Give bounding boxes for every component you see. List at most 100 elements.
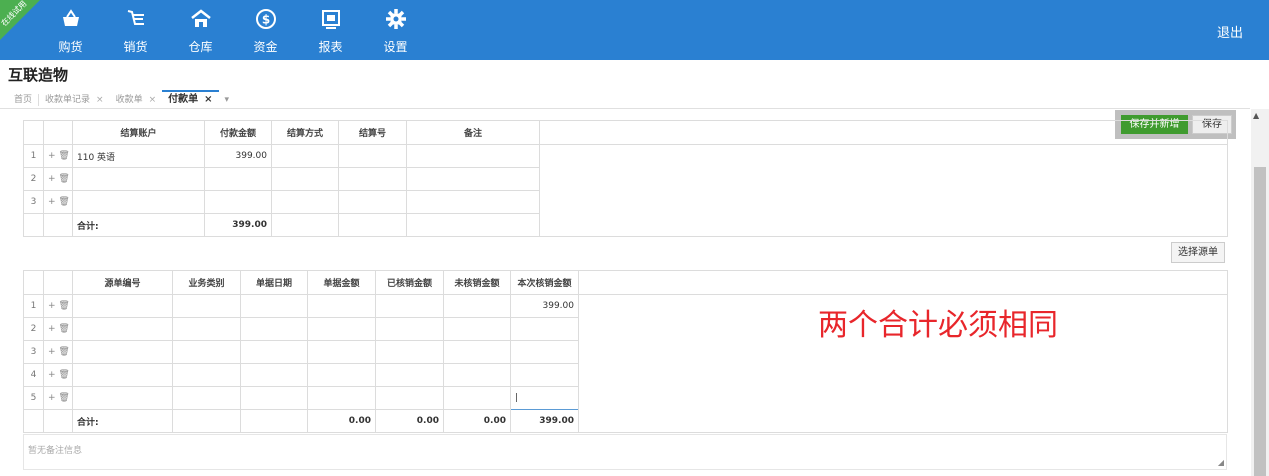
written-off-cell[interactable] [375,317,444,341]
unwritten-cell[interactable] [443,317,511,341]
written-off-cell[interactable] [375,363,444,387]
doc-amount-cell[interactable] [307,363,376,387]
plus-icon[interactable]: + [48,301,56,311]
amount-cell[interactable] [204,190,272,214]
column-header: 备注 [406,120,540,145]
row-ops: + 🗑 [43,363,73,387]
this-writeoff-cell[interactable] [510,317,579,341]
tab-receipt[interactable]: 收款单 × [110,92,163,108]
row-ops [43,409,73,433]
number-cell[interactable] [338,167,407,191]
select-source-button[interactable]: 选择源单 [1171,242,1225,263]
source-no-cell[interactable] [72,386,173,410]
business-type-cell[interactable] [172,317,241,341]
method-cell[interactable] [271,190,339,214]
this-writeoff-cell[interactable] [510,340,579,364]
tab-payment[interactable]: 付款单 × [162,90,219,108]
account-cell[interactable]: 110 英语 [72,144,205,168]
plus-icon[interactable]: + [48,393,56,403]
trash-icon[interactable]: 🗑 [58,151,69,161]
amount-cell[interactable] [204,167,272,191]
doc-date-cell[interactable] [240,317,308,341]
number-cell[interactable] [338,144,407,168]
blank-area [539,144,1228,237]
close-icon[interactable]: × [204,94,212,105]
tab-payment-label: 付款单 [168,94,199,105]
plus-icon[interactable]: + [48,347,56,357]
nav-reports[interactable]: 报表 [298,8,363,55]
tabs-menu-dropdown[interactable]: ▾ [219,92,236,108]
source-no-cell[interactable] [72,317,173,341]
resize-handle-icon[interactable]: ◢ [1218,458,1224,467]
number-cell[interactable] [338,190,407,214]
scrollbar-thumb[interactable] [1254,167,1266,476]
plus-icon[interactable]: + [48,370,56,380]
doc-amount-cell[interactable] [307,294,376,318]
trash-icon[interactable]: 🗑 [58,347,69,357]
plus-icon[interactable]: + [48,174,56,184]
trash-icon[interactable]: 🗑 [58,393,69,403]
unwritten-cell[interactable] [443,363,511,387]
plus-icon[interactable]: + [48,324,56,334]
close-icon[interactable]: × [149,95,157,105]
nav-funds[interactable]: $ 资金 [233,8,298,55]
trash-icon[interactable]: 🗑 [58,324,69,334]
trash-icon[interactable]: 🗑 [58,301,69,311]
business-type-cell[interactable] [172,386,241,410]
trash-icon[interactable]: 🗑 [58,174,69,184]
note-cell[interactable] [406,167,540,191]
doc-amount-cell[interactable] [307,386,376,410]
this-writeoff-input[interactable]: | [510,386,579,410]
nav-warehouse[interactable]: 仓库 [168,8,233,55]
row-ops [43,213,73,237]
unwritten-cell[interactable] [443,386,511,410]
remark-textarea[interactable]: 暂无备注信息 ◢ [23,434,1227,470]
total-written-off: 0.00 [375,409,444,433]
doc-date-cell[interactable] [240,340,308,364]
source-no-cell[interactable] [72,363,173,387]
tab-receipt-records[interactable]: 收款单记录 × [39,92,110,108]
written-off-cell[interactable] [375,386,444,410]
doc-date-cell[interactable] [240,294,308,318]
business-type-cell[interactable] [172,294,241,318]
source-no-cell[interactable] [72,294,173,318]
doc-amount-cell[interactable] [307,340,376,364]
this-writeoff-cell[interactable]: 399.00 [510,294,579,318]
unwritten-cell[interactable] [443,294,511,318]
method-cell[interactable] [271,167,339,191]
doc-date-cell[interactable] [240,363,308,387]
amount-cell[interactable]: 399.00 [204,144,272,168]
business-type-cell[interactable] [172,340,241,364]
total-amount: 399.00 [204,213,272,237]
nav-sales[interactable]: 销货 [103,8,168,55]
plus-icon[interactable]: + [48,151,56,161]
note-cell[interactable] [406,144,540,168]
unwritten-cell[interactable] [443,340,511,364]
method-cell[interactable] [271,144,339,168]
column-header: 源单编号 [72,270,173,295]
business-type-cell[interactable] [172,363,241,387]
account-cell[interactable] [72,190,205,214]
trash-icon[interactable]: 🗑 [58,197,69,207]
written-off-cell[interactable] [375,340,444,364]
scroll-up-icon[interactable]: ▲ [1253,111,1259,120]
close-icon[interactable]: × [96,95,104,105]
column-header: 已核销金额 [375,270,444,295]
total-unwritten: 0.00 [443,409,511,433]
tab-home[interactable]: 首页 [8,92,38,108]
plus-icon[interactable]: + [48,197,56,207]
annotation-text: 两个合计必须相同 [818,308,1058,343]
nav-settings[interactable]: 设置 [363,8,428,55]
doc-amount-cell[interactable] [307,317,376,341]
written-off-cell[interactable] [375,294,444,318]
this-writeoff-cell[interactable] [510,363,579,387]
doc-date-cell[interactable] [240,386,308,410]
trash-icon[interactable]: 🗑 [58,370,69,380]
row-ops: + 🗑 [43,340,73,364]
row-number-header [23,120,44,145]
note-cell[interactable] [406,190,540,214]
source-no-cell[interactable] [72,340,173,364]
nav-purchase[interactable]: 购货 [38,8,103,55]
account-cell[interactable] [72,167,205,191]
logout-link[interactable]: 退出 [1217,22,1243,41]
